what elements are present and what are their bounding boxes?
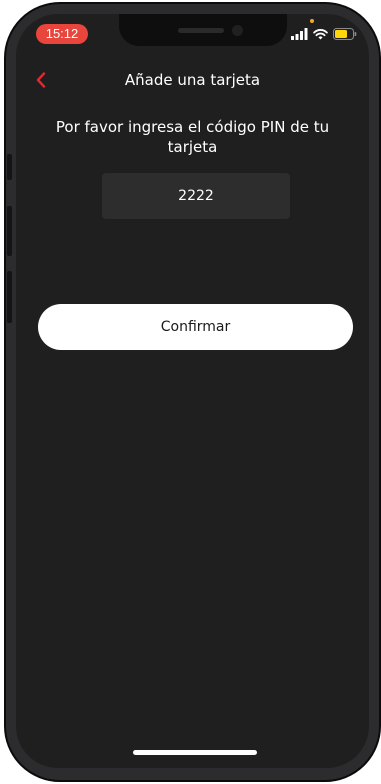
battery-icon	[333, 28, 357, 40]
page-title: Añade una tarjeta	[124, 71, 261, 89]
mute-switch	[7, 154, 12, 180]
confirm-button[interactable]: Confirmar	[38, 304, 353, 350]
volume-down-button	[7, 271, 12, 323]
status-time: 15:12	[36, 24, 88, 44]
signal-icon	[291, 28, 308, 40]
home-indicator[interactable]	[133, 750, 257, 755]
nav-bar: Añade una tarjeta	[16, 64, 369, 96]
status-icons	[291, 26, 357, 42]
privacy-indicator-dot	[310, 19, 314, 23]
screen: 15:12 Añade una tarjeta Por favor ingres…	[16, 14, 369, 768]
notch	[119, 14, 287, 46]
front-camera-icon	[232, 25, 243, 36]
wifi-icon	[313, 29, 328, 40]
pin-prompt: Por favor ingresa el código PIN de tu ta…	[55, 118, 330, 156]
volume-up-button	[7, 206, 12, 256]
speaker-grille	[178, 28, 224, 33]
pin-input[interactable]: 2222	[102, 173, 290, 219]
